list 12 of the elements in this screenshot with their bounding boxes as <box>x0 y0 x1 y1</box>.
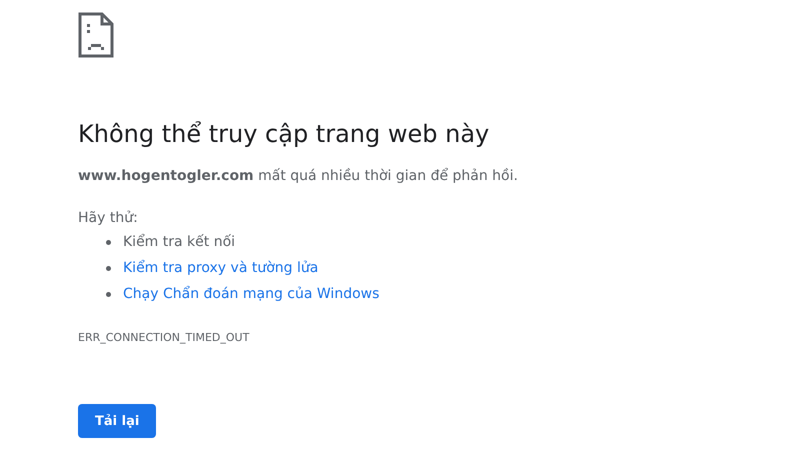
error-title: Không thể truy cập trang web này <box>78 119 490 150</box>
suggestion-link[interactable]: Kiểm tra proxy và tường lửa <box>123 258 318 278</box>
suggestion-text: Kiểm tra kết nối <box>123 232 236 252</box>
error-code: ERR_CONNECTION_TIMED_OUT <box>78 330 250 346</box>
error-description: www.hogentogler.com mất quá nhiều thời gian để phản hồi. <box>78 166 518 186</box>
bullet-icon <box>106 292 111 296</box>
bullet-icon <box>106 266 111 270</box>
suggestion-link[interactable]: Chạy Chẩn đoán mạng của Windows <box>123 284 380 304</box>
reload-button[interactable]: Tải lại <box>78 404 156 438</box>
sad-page-icon <box>78 12 114 58</box>
suggestions-heading: Hãy thử: <box>78 209 138 228</box>
bullet-icon <box>106 240 111 244</box>
